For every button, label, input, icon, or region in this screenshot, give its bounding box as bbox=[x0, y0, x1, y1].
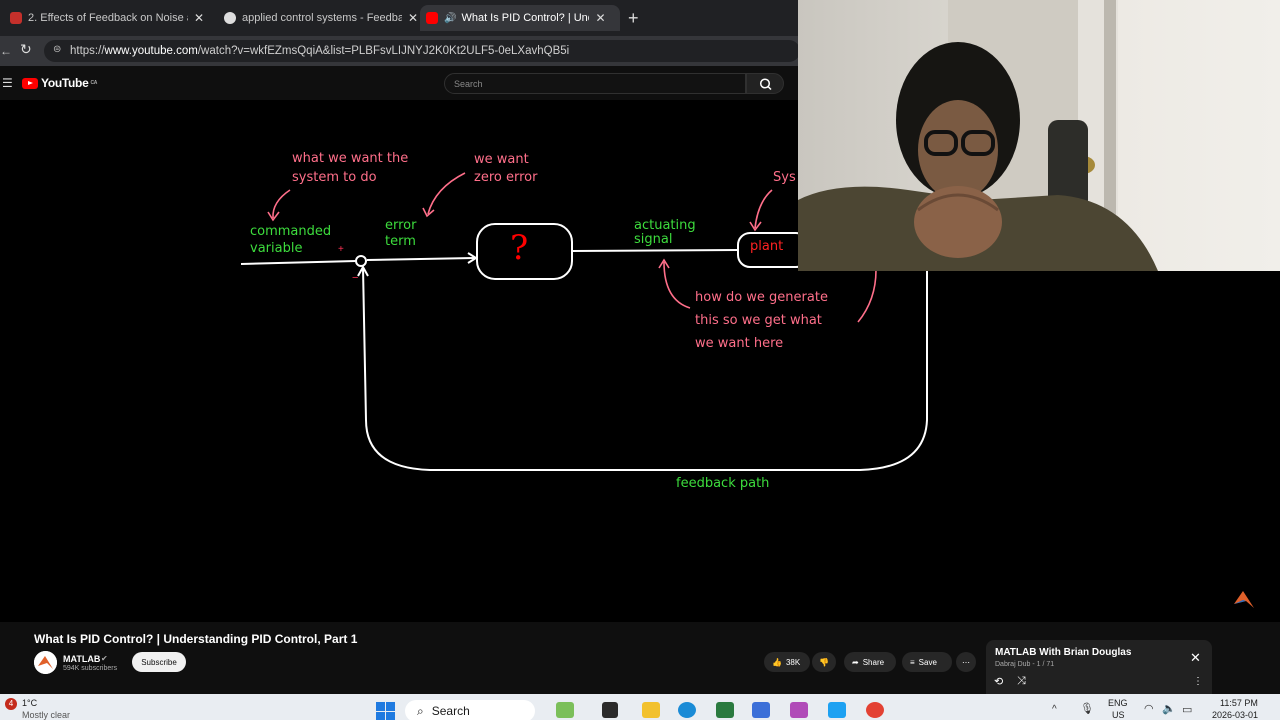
label-actuating-signal: actuating signal bbox=[634, 218, 696, 247]
pdf-icon bbox=[10, 12, 22, 24]
close-icon[interactable]: ✕ bbox=[194, 11, 204, 25]
plant-label: plant bbox=[750, 239, 784, 254]
like-button[interactable]: 👍 38K bbox=[764, 652, 810, 672]
verified-icon: ✔ bbox=[101, 654, 108, 663]
store-icon[interactable] bbox=[716, 702, 734, 718]
wifi-icon[interactable]: ◠ bbox=[1144, 702, 1154, 715]
menu-icon[interactable]: ☰ bbox=[2, 76, 13, 90]
more-actions-button[interactable]: ⋯ bbox=[956, 652, 976, 672]
matlab-logo-icon bbox=[34, 651, 57, 674]
subscriber-count: 594K subscribers bbox=[63, 665, 118, 672]
site-info-icon[interactable]: ⊜ bbox=[53, 44, 61, 55]
language-region: US bbox=[1112, 710, 1125, 720]
search-button[interactable] bbox=[746, 73, 784, 94]
shuffle-icon[interactable]: ⤨ bbox=[1017, 675, 1026, 688]
new-tab-button[interactable]: + bbox=[628, 8, 639, 29]
playlist-title[interactable]: MATLAB With Brian Douglas bbox=[995, 647, 1131, 658]
tray-overflow-icon[interactable]: ^ bbox=[1052, 704, 1057, 715]
summing-junction bbox=[355, 255, 367, 267]
actuating-line bbox=[571, 249, 739, 252]
reload-icon[interactable]: ↻ bbox=[20, 41, 32, 58]
save-button[interactable]: ≡ Save bbox=[902, 652, 952, 672]
chrome-icon[interactable] bbox=[866, 702, 884, 718]
tab-what-is-pid-control[interactable]: 🔊 What Is PID Control? | Unders ✕ bbox=[420, 5, 620, 31]
label-feedback-path: feedback path bbox=[676, 476, 770, 491]
youtube-play-icon bbox=[22, 77, 38, 89]
annotation-arrow-2 bbox=[427, 172, 466, 215]
note-generate-signal: how do we generate this so we get what w… bbox=[695, 290, 828, 351]
task-view-icon[interactable] bbox=[602, 702, 618, 718]
note-zero-error: we want zero error bbox=[474, 152, 538, 185]
url-field[interactable]: ⊜ https://www.youtube.com/watch?v=wkfEZm… bbox=[44, 40, 800, 62]
webcam-person-image bbox=[798, 0, 1158, 271]
annotation-arrow-1 bbox=[272, 189, 291, 219]
tab-applied-control-systems[interactable]: applied control systems - Feedbac ✕ bbox=[218, 5, 418, 31]
plus-sign: + bbox=[338, 244, 344, 255]
close-icon[interactable]: ✕ bbox=[408, 11, 418, 25]
channel-name[interactable]: MATLAB bbox=[63, 654, 100, 664]
playlist-menu-icon[interactable]: ⋮ bbox=[1193, 676, 1203, 687]
label-error-term: error term bbox=[385, 218, 417, 249]
share-icon: ➦ bbox=[852, 657, 859, 667]
youtube-logo[interactable]: YouTube CA bbox=[22, 76, 97, 90]
error-line bbox=[366, 257, 475, 261]
microphone-icon[interactable]: 🎙 bbox=[1080, 702, 1094, 715]
widgets-icon[interactable] bbox=[556, 702, 574, 718]
search-icon: ⌕ bbox=[417, 703, 424, 718]
clock-date: 2026-03-01 bbox=[1212, 710, 1259, 720]
video-title: What Is PID Control? | Understanding PID… bbox=[34, 632, 358, 646]
file-explorer-icon[interactable] bbox=[642, 702, 660, 718]
youtube-search-input[interactable]: Search bbox=[444, 73, 746, 94]
feedback-line bbox=[362, 267, 928, 471]
windows-start-icon[interactable] bbox=[376, 702, 395, 720]
thumbs-up-icon: 👍 bbox=[772, 657, 782, 667]
url-domain: www.youtube.com bbox=[104, 45, 198, 57]
label-commanded-variable: commanded variable bbox=[250, 224, 332, 256]
twitter-icon[interactable] bbox=[828, 702, 846, 718]
youtube-icon bbox=[426, 12, 438, 24]
annotation-arrow-3 bbox=[754, 189, 773, 229]
annotation-arrow-5 bbox=[857, 269, 877, 323]
volume-icon[interactable]: 🔈 bbox=[1162, 702, 1176, 715]
speaker-icon[interactable]: 🔊 bbox=[444, 13, 456, 24]
note-system-goal: what we want the system to do bbox=[292, 151, 409, 185]
url-path: /watch?v=wkfEZmsQqiA&list=PLBFsvLIJNYJ2K… bbox=[197, 45, 570, 57]
edge-icon[interactable] bbox=[678, 702, 696, 718]
note-system-partial: Sys bbox=[773, 170, 796, 185]
thumbs-down-icon: 👎 bbox=[819, 657, 829, 667]
weather-temp[interactable]: 1°C bbox=[22, 698, 37, 708]
loop-icon[interactable]: ⟲ bbox=[994, 675, 1003, 688]
playlist-close-button[interactable]: ✕ bbox=[1190, 650, 1201, 666]
tab-effects-of-feedback[interactable]: 2. Effects of Feedback on Noise ar ✕ bbox=[4, 5, 216, 31]
search-icon bbox=[759, 78, 772, 91]
mail-icon[interactable] bbox=[752, 702, 770, 718]
clock-time[interactable]: 11:57 PM bbox=[1220, 698, 1258, 708]
save-playlist-icon: ≡ bbox=[910, 657, 915, 667]
webcam-overlay bbox=[798, 0, 1280, 271]
playlist-meta: Dabraj Dub - 1 / 71 bbox=[995, 661, 1055, 668]
dislike-button[interactable]: 👎 bbox=[812, 652, 836, 672]
channel-avatar[interactable] bbox=[34, 651, 57, 674]
chatgpt-icon bbox=[224, 12, 236, 24]
controller-question-mark: ? bbox=[510, 228, 529, 268]
region-code: CA bbox=[90, 80, 98, 86]
taskbar-search[interactable]: ⌕ Search bbox=[405, 700, 535, 720]
weather-desc: Mostly clear bbox=[22, 710, 71, 720]
url-prefix: https:// bbox=[70, 45, 105, 57]
battery-icon[interactable]: ▭ bbox=[1182, 703, 1192, 716]
close-icon[interactable]: ✕ bbox=[595, 11, 605, 25]
weather-badge: 4 bbox=[5, 698, 17, 710]
language-indicator[interactable]: ENG bbox=[1108, 698, 1128, 708]
subscribe-button[interactable]: Subscribe bbox=[132, 652, 186, 672]
minus-sign: − bbox=[352, 272, 359, 284]
annotation-arrow-4 bbox=[663, 261, 691, 309]
input-line bbox=[240, 260, 357, 265]
matlab-logo-icon bbox=[1234, 591, 1254, 608]
back-icon[interactable]: ← bbox=[0, 44, 12, 58]
share-button[interactable]: ➦ Share bbox=[844, 652, 896, 672]
snipping-tool-icon[interactable] bbox=[790, 702, 808, 718]
